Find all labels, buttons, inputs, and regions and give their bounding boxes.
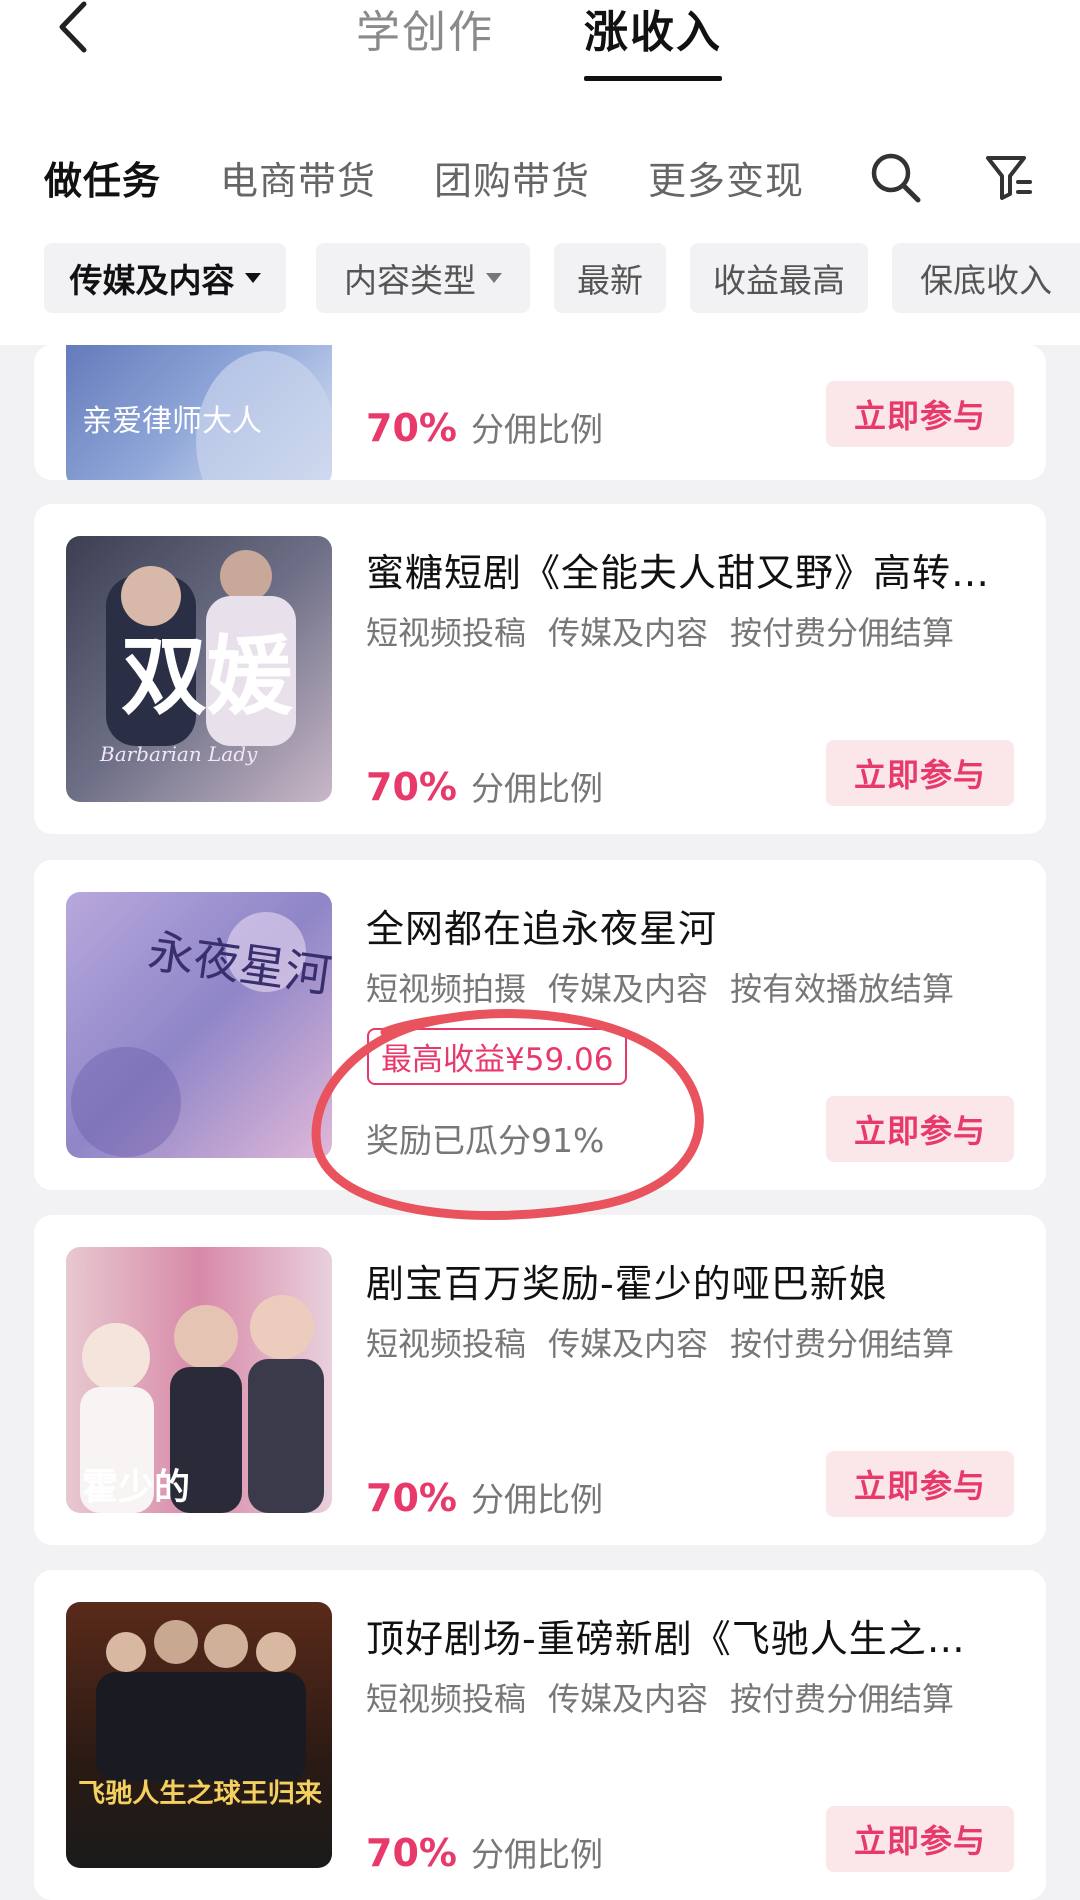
svg-text:双媛: 双媛 bbox=[121, 627, 294, 727]
filter-content-type[interactable]: 内容类型 bbox=[316, 243, 530, 313]
max-earnings-badge: 最高收益¥59.06 bbox=[367, 1028, 628, 1085]
task-tags: 短视频投稿 传媒及内容 按付费分佣结算 bbox=[366, 1325, 955, 1363]
category-ecommerce[interactable]: 电商带货 bbox=[220, 150, 376, 205]
category-do-tasks[interactable]: 做任务 bbox=[44, 150, 161, 205]
join-now-button[interactable]: 立即参与 bbox=[826, 381, 1014, 447]
task-title: 顶好剧场-重磅新剧《飞驰人生之… bbox=[366, 1617, 966, 1661]
commission-rate: 70% 分佣比例 bbox=[366, 406, 603, 450]
svg-text:亲爱律师大人: 亲爱律师大人 bbox=[82, 404, 262, 439]
commission-rate: 70% 分佣比例 bbox=[366, 765, 603, 809]
join-now-button[interactable]: 立即参与 bbox=[826, 1806, 1014, 1872]
task-card[interactable]: 双媛 Barbarian Lady 蜜糖短剧《全能夫人甜又野》高转… 短视频投稿… bbox=[34, 504, 1046, 834]
filter-highest-earnings[interactable]: 收益最高 bbox=[690, 243, 868, 313]
task-title: 剧宝百万奖励-霍少的哑巴新娘 bbox=[366, 1262, 888, 1306]
join-now-button[interactable]: 立即参与 bbox=[826, 740, 1014, 806]
chevron-down-icon bbox=[244, 273, 261, 283]
active-tab-indicator bbox=[584, 76, 722, 81]
back-icon[interactable] bbox=[50, 0, 110, 60]
task-card[interactable]: 亲爱律师大人 70% 分佣比例 立即参与 bbox=[34, 345, 1046, 480]
top-bar: 学创作 涨收入 做任务 电商带货 团购带货 更多变现 传媒及内容 内容类型 最新… bbox=[0, 0, 1080, 345]
task-card[interactable]: 飞驰人生之球王归来 顶好剧场-重磅新剧《飞驰人生之… 短视频投稿 传媒及内容 按付费… bbox=[34, 1570, 1046, 1900]
task-thumbnail: 亲爱律师大人 bbox=[66, 345, 332, 480]
task-thumbnail: 霍少的 bbox=[66, 1247, 332, 1513]
task-thumbnail: 双媛 Barbarian Lady bbox=[66, 536, 332, 802]
task-card[interactable]: 霍少的 剧宝百万奖励-霍少的哑巴新娘 短视频投稿 传媒及内容 按付费分佣结算 70%… bbox=[34, 1215, 1046, 1545]
task-thumbnail: 永夜星河 bbox=[66, 892, 332, 1158]
svg-text:Barbarian Lady: Barbarian Lady bbox=[99, 742, 258, 766]
category-more-monetize[interactable]: 更多变现 bbox=[648, 150, 804, 205]
commission-rate: 70% 分佣比例 bbox=[366, 1476, 603, 1520]
task-title: 蜜糖短剧《全能夫人甜又野》高转… bbox=[366, 551, 991, 595]
reward-claimed-progress: 奖励已瓜分91% bbox=[366, 1121, 605, 1160]
task-thumbnail: 飞驰人生之球王归来 bbox=[66, 1602, 332, 1868]
tab-learn-create[interactable]: 学创作 bbox=[356, 0, 494, 60]
filter-media-content[interactable]: 传媒及内容 bbox=[44, 243, 286, 313]
task-tags: 短视频拍摄 传媒及内容 按有效播放结算 bbox=[366, 970, 955, 1008]
search-icon[interactable] bbox=[866, 148, 926, 208]
task-tags: 短视频投稿 传媒及内容 按付费分佣结算 bbox=[366, 1680, 955, 1718]
category-group-buy[interactable]: 团购带货 bbox=[434, 150, 590, 205]
task-tags: 短视频投稿 传媒及内容 按付费分佣结算 bbox=[366, 614, 955, 652]
task-card[interactable]: 永夜星河 全网都在追永夜星河 短视频拍摄 传媒及内容 按有效播放结算 最高收益¥59… bbox=[34, 860, 1046, 1190]
filter-newest[interactable]: 最新 bbox=[554, 243, 666, 313]
svg-text:飞驰人生之球王归来: 飞驰人生之球王归来 bbox=[78, 1778, 323, 1809]
filter-guaranteed-income[interactable]: 保底收入 bbox=[892, 243, 1080, 313]
svg-text:霍少的: 霍少的 bbox=[82, 1467, 190, 1508]
commission-rate: 70% 分佣比例 bbox=[366, 1831, 603, 1875]
filter-icon[interactable] bbox=[980, 148, 1040, 208]
join-now-button[interactable]: 立即参与 bbox=[826, 1096, 1014, 1162]
join-now-button[interactable]: 立即参与 bbox=[826, 1451, 1014, 1517]
tab-increase-income[interactable]: 涨收入 bbox=[584, 0, 722, 60]
chevron-down-icon bbox=[486, 273, 502, 283]
task-title: 全网都在追永夜星河 bbox=[366, 907, 718, 951]
